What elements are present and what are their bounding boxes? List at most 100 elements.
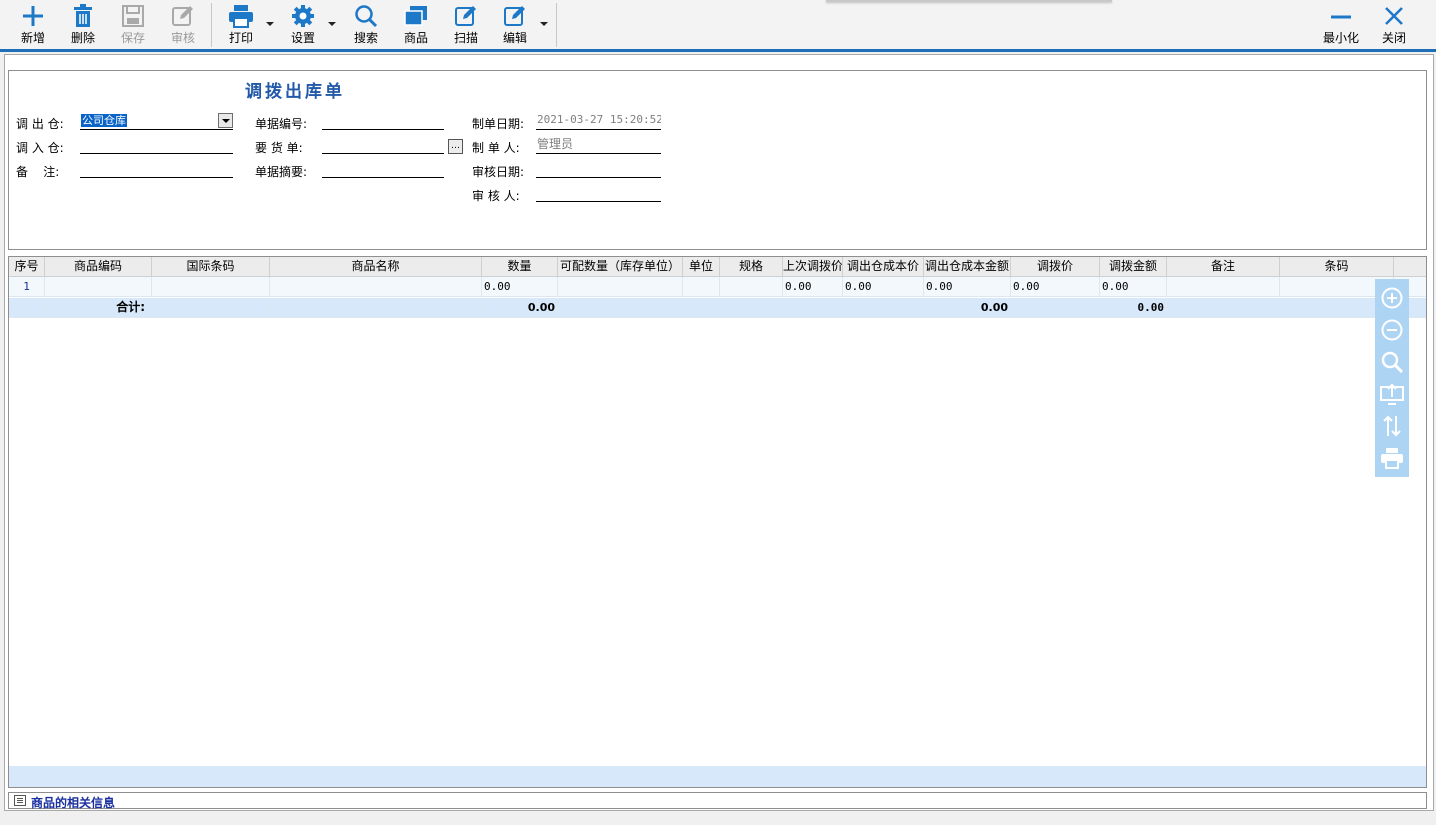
col-header-qty[interactable]: 数量: [482, 257, 558, 277]
col-header-code[interactable]: 商品编码: [45, 257, 152, 277]
search-button[interactable]: 搜索: [348, 3, 384, 47]
cell-unit: [683, 277, 720, 297]
out-warehouse-value: 公司仓库: [81, 114, 127, 127]
total-cell-available: [558, 298, 683, 318]
audit-date-label: 审核日期:: [472, 165, 525, 179]
save-button[interactable]: 保存: [115, 3, 151, 47]
cell-available-qty: [558, 277, 683, 297]
combo-dropdown-button[interactable]: [218, 113, 233, 128]
cell-qty[interactable]: 0.00: [482, 277, 558, 297]
in-warehouse-label: 调 入 仓:: [16, 141, 64, 155]
window-tab-strip: [826, 0, 1112, 2]
total-cell-last-price: [783, 298, 843, 318]
cell-remark[interactable]: [1167, 277, 1280, 297]
col-header-name[interactable]: 商品名称: [270, 257, 482, 277]
col-header-last-price[interactable]: 上次调拨价: [783, 257, 843, 277]
creator-value: 管理员: [536, 136, 661, 154]
settings-button[interactable]: 设置: [285, 3, 321, 47]
cell-last-price: 0.00: [783, 277, 843, 297]
toolbar-separator: [211, 3, 212, 47]
audit-button[interactable]: 审核: [165, 3, 201, 47]
add-row-icon[interactable]: [1379, 285, 1405, 311]
minimize-button[interactable]: 最小化: [1320, 3, 1362, 47]
create-date-label: 制单日期:: [472, 117, 525, 131]
col-header-barcode[interactable]: 条码: [1280, 257, 1394, 277]
save-icon: [120, 3, 146, 29]
summary-field[interactable]: [322, 160, 444, 178]
add-button[interactable]: 新增: [15, 3, 51, 47]
total-cell-name: [270, 298, 482, 318]
print-button[interactable]: 打印: [223, 3, 259, 47]
col-header-barcode-intl[interactable]: 国际条码: [152, 257, 270, 277]
table-row[interactable]: 1 0.00 0.00 0.00 0.00 0.00 0.00: [9, 277, 1426, 297]
settings-dropdown-arrow[interactable]: [328, 22, 336, 26]
cell-seq: 1: [9, 277, 45, 297]
in-warehouse-field[interactable]: [80, 136, 233, 154]
summary-label: 单据摘要:: [255, 165, 308, 179]
document-window: 调拨出库单 调 出 仓: 公司仓库 调 入 仓: 备 注: 单据编号: 要 货 …: [4, 54, 1434, 811]
col-header-spec[interactable]: 规格: [720, 257, 783, 277]
info-doc-icon: [14, 795, 26, 806]
total-cell-spec: [720, 298, 783, 318]
total-cell-remark: [1167, 298, 1280, 318]
print-icon: [228, 3, 254, 29]
related-info-bar[interactable]: 商品的相关信息: [8, 792, 1427, 810]
create-date-value: 2021-03-27 15:20:52: [536, 112, 661, 130]
print-dropdown-arrow[interactable]: [266, 22, 274, 26]
col-header-seq[interactable]: 序号: [9, 257, 45, 277]
col-header-cost-amount[interactable]: 调出仓成本金额: [924, 257, 1011, 277]
creator-label: 制 单 人:: [472, 141, 520, 155]
cell-code[interactable]: [45, 277, 152, 297]
edit-icon: [502, 3, 528, 29]
col-header-available-qty[interactable]: 可配数量（库存单位）: [558, 257, 683, 277]
total-row: 合计: 0.00 0.00 0.00: [9, 298, 1426, 318]
edit-button[interactable]: 编辑: [497, 3, 533, 47]
cell-transfer-price[interactable]: 0.00: [1011, 277, 1100, 297]
cell-spec: [720, 277, 783, 297]
cell-barcode-intl[interactable]: [152, 277, 270, 297]
export-icon[interactable]: [1379, 381, 1405, 407]
grid-side-toolbar: [1375, 279, 1409, 477]
close-button[interactable]: 关闭: [1378, 3, 1410, 47]
col-header-transfer-amount[interactable]: 调拨金额: [1100, 257, 1167, 277]
request-lookup-button[interactable]: …: [448, 139, 463, 154]
remove-row-icon[interactable]: [1379, 317, 1405, 343]
search-icon: [353, 3, 379, 29]
related-info-label: 商品的相关信息: [31, 796, 116, 810]
total-label: 合计:: [45, 298, 152, 318]
total-transfer-amount: 0.00: [1100, 298, 1167, 318]
cell-name[interactable]: [270, 277, 482, 297]
gear-icon: [290, 3, 316, 29]
total-cell-unit: [683, 298, 720, 318]
print-icon[interactable]: [1379, 445, 1405, 471]
detail-grid[interactable]: 序号 商品编码 国际条码 商品名称 数量 可配数量（库存单位） 单位 规格 上次…: [8, 256, 1427, 788]
doc-no-label: 单据编号:: [255, 117, 308, 131]
toolbar-separator: [556, 3, 557, 47]
remark-field[interactable]: [80, 160, 233, 178]
zoom-icon[interactable]: [1379, 349, 1405, 375]
col-header-cost-price[interactable]: 调出仓成本价: [843, 257, 924, 277]
trash-icon: [70, 3, 96, 29]
total-cost-amount: 0.00: [924, 298, 1011, 318]
audit-date-value: [536, 160, 661, 178]
sort-icon[interactable]: [1379, 413, 1405, 439]
cell-transfer-amount: 0.00: [1100, 277, 1167, 297]
col-header-unit[interactable]: 单位: [683, 257, 720, 277]
total-cell-seq: [9, 298, 45, 318]
col-header-transfer-price[interactable]: 调拨价: [1011, 257, 1100, 277]
total-cell-barcode-intl: [152, 298, 270, 318]
request-order-label: 要 货 单:: [255, 141, 303, 155]
toolbar: 新增 删除 保存 审核 打印 设置 搜索 商品 扫描 编辑 最小化 关闭: [0, 0, 1436, 49]
request-order-field[interactable]: [322, 136, 444, 154]
scan-button[interactable]: 扫描: [448, 3, 484, 47]
minimize-icon: [1328, 3, 1354, 29]
doc-no-field[interactable]: [322, 112, 444, 130]
edit-dropdown-arrow[interactable]: [540, 22, 548, 26]
header-form: 调拨出库单 调 出 仓: 公司仓库 调 入 仓: 备 注: 单据编号: 要 货 …: [8, 70, 1427, 250]
col-header-remark[interactable]: 备注: [1167, 257, 1280, 277]
audit-icon: [170, 3, 196, 29]
delete-button[interactable]: 删除: [65, 3, 101, 47]
total-cell-transfer-price: [1011, 298, 1100, 318]
out-warehouse-combo[interactable]: 公司仓库: [80, 112, 233, 130]
goods-button[interactable]: 商品: [398, 3, 434, 47]
